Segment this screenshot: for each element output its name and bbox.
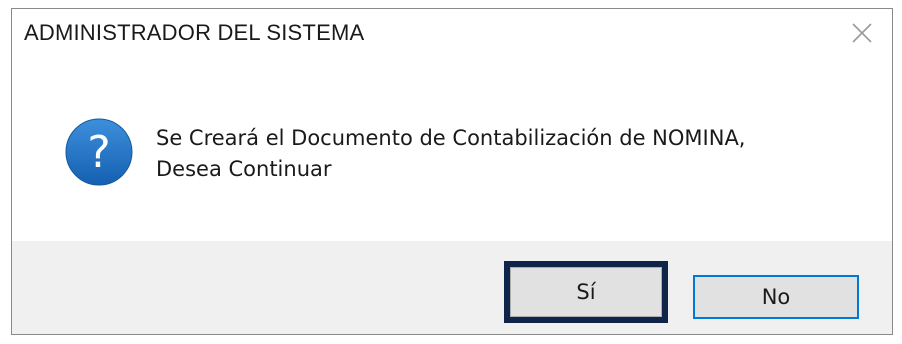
yes-button[interactable]: Sí	[504, 261, 668, 323]
question-icon: ?	[65, 118, 133, 186]
message-dialog: ADMINISTRADOR DEL SISTEMA ? Se Creará el…	[11, 8, 893, 335]
question-icon-glyph: ?	[87, 127, 110, 178]
dialog-footer: Sí No	[12, 241, 892, 334]
no-button-label: No	[761, 285, 791, 309]
message-line-2: Desea Continuar	[156, 157, 332, 181]
yes-button-label: Sí	[576, 280, 596, 304]
screen: ADMINISTRADOR DEL SISTEMA ? Se Creará el…	[0, 0, 902, 344]
no-button[interactable]: No	[693, 275, 859, 319]
dialog-content: ? Se Creará el Documento de Contabilizac…	[12, 57, 892, 241]
dialog-message: Se Creará el Documento de Contabilizació…	[156, 123, 746, 185]
yes-button-face[interactable]: Sí	[510, 267, 662, 317]
close-button[interactable]	[842, 17, 882, 49]
message-line-1: Se Creará el Documento de Contabilizació…	[156, 126, 746, 150]
dialog-title: ADMINISTRADOR DEL SISTEMA	[24, 20, 365, 45]
close-icon	[852, 23, 872, 43]
